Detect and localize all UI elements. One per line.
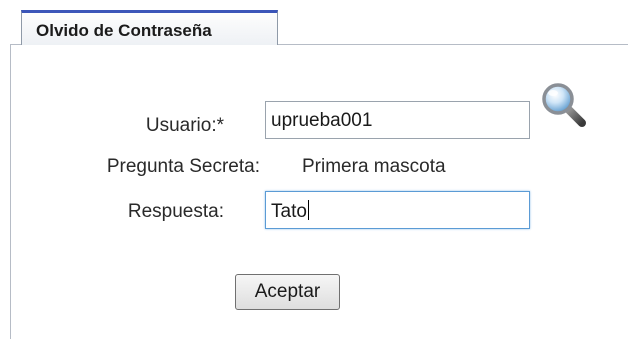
user-label: Usuario:* <box>145 115 224 136</box>
panel-border <box>278 44 628 45</box>
user-field-value: uprueba001 <box>271 110 373 131</box>
panel-border <box>10 44 21 45</box>
accept-button[interactable]: Aceptar <box>235 274 340 310</box>
answer-label: Respuesta: <box>127 201 224 222</box>
text-caret <box>307 200 309 220</box>
search-icon <box>542 83 586 127</box>
secret-question-value: Primera mascota <box>302 156 446 177</box>
tab-label: Olvido de Contraseña <box>36 21 212 40</box>
forgot-password-panel: Olvido de Contraseña Usuario:* uprueba00… <box>0 0 628 339</box>
secret-question-label: Pregunta Secreta: <box>106 156 260 177</box>
answer-field-value: Tato <box>271 201 307 222</box>
search-user-button[interactable] <box>540 82 588 128</box>
answer-field[interactable]: Tato <box>265 191 530 229</box>
panel-border <box>10 44 11 339</box>
user-field[interactable]: uprueba001 <box>265 101 530 139</box>
tab-forgot-password[interactable]: Olvido de Contraseña <box>21 10 278 45</box>
